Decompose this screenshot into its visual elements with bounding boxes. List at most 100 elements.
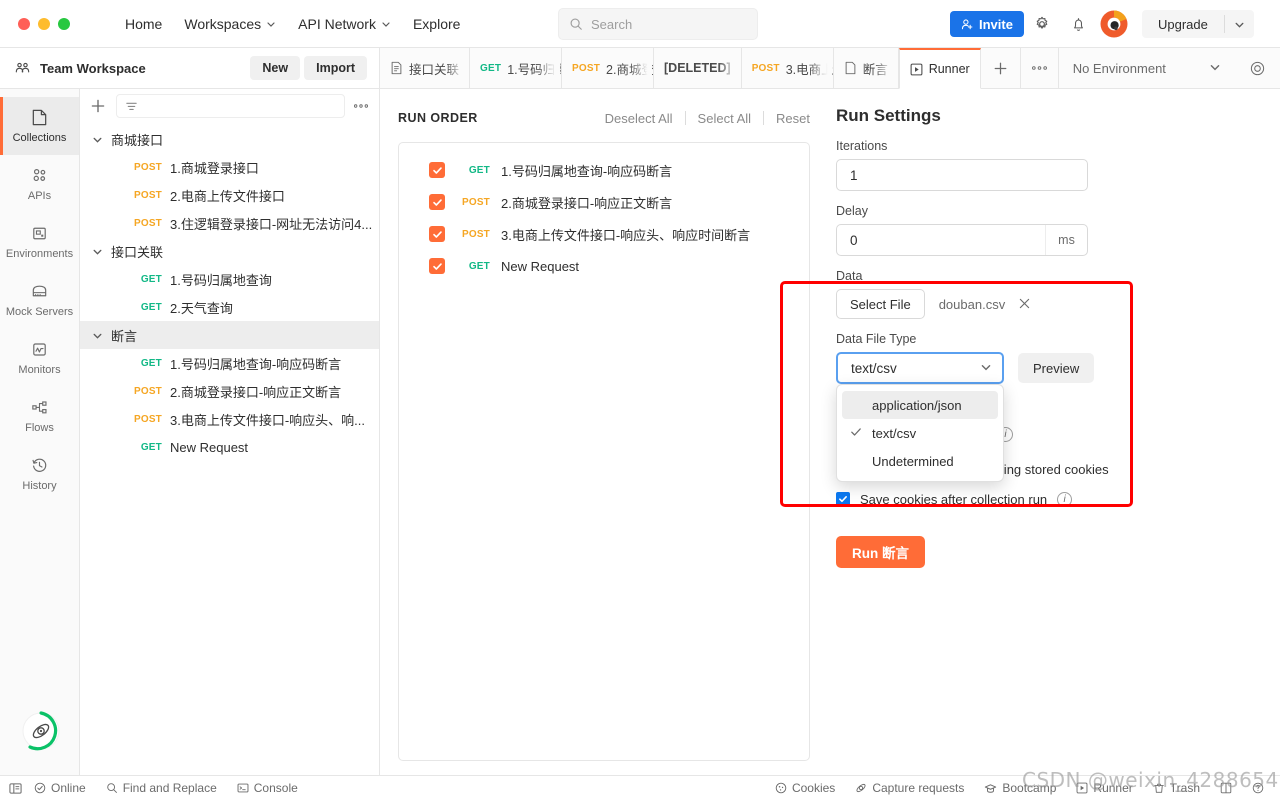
rail-item-history[interactable]: History [0, 445, 79, 503]
new-button[interactable]: New [250, 56, 301, 80]
nav-item-api-network[interactable]: API Network [287, 10, 402, 38]
run-order-row[interactable]: GET New Request [399, 250, 809, 282]
rail-item-collections[interactable]: Collections [0, 97, 79, 155]
tab-deleted[interactable]: [DELETED] [654, 48, 742, 88]
filter-icon [126, 102, 137, 110]
minimize-window-button[interactable] [38, 17, 50, 30]
sidebar-toggle-button[interactable] [0, 782, 32, 795]
rail-item-monitors[interactable]: Monitors [0, 329, 79, 387]
status-online[interactable]: Online [32, 781, 96, 795]
dropdown-option-text-csv[interactable]: text/csv [842, 419, 998, 447]
rail-item-flows[interactable]: Flows [0, 387, 79, 445]
rail-item-environments[interactable]: Environments [0, 213, 79, 271]
request-label: 3.电商上传文件接口-响应头、响... [170, 412, 366, 428]
tab-overflow-menu-button[interactable] [1021, 48, 1059, 88]
close-window-button[interactable] [18, 17, 30, 30]
delay-input[interactable]: 0 ms [836, 224, 1088, 256]
tree-request-item[interactable]: GET 1.号码归属地查询-响应码断言 [80, 349, 379, 377]
dropdown-option-application-json[interactable]: application/json [842, 391, 998, 419]
run-order-row-checkbox[interactable] [429, 258, 445, 274]
capture-requests-label: Capture requests [872, 781, 965, 795]
capture-requests-fab[interactable] [20, 710, 62, 752]
maximize-window-button[interactable] [58, 17, 70, 30]
upgrade-dropdown-button[interactable] [1225, 19, 1254, 30]
console-button[interactable]: Console [227, 781, 308, 795]
cookies-button[interactable]: Cookies [765, 781, 845, 795]
deselect-all-button[interactable]: Deselect All [593, 111, 685, 126]
sidebar-filter-input[interactable] [116, 94, 345, 118]
tree-folder-shangchengjiekou[interactable]: 商城接口 [80, 125, 379, 153]
preview-button[interactable]: Preview [1018, 353, 1095, 383]
rail-item-apis[interactable]: APIs [0, 155, 79, 213]
run-order-row[interactable]: POST 3.电商上传文件接口-响应头、响应时间断言 [399, 218, 809, 250]
rail-item-mock-servers[interactable]: Mock Servers [0, 271, 79, 329]
nav-item-workspaces[interactable]: Workspaces [173, 10, 287, 38]
import-button[interactable]: Import [304, 56, 367, 80]
bootcamp-button[interactable]: Bootcamp [974, 781, 1066, 795]
avatar[interactable] [1100, 10, 1128, 38]
find-and-replace-label: Find and Replace [122, 781, 217, 795]
add-collection-button[interactable] [88, 98, 108, 114]
find-and-replace-button[interactable]: Find and Replace [96, 781, 227, 795]
save-cookies-checkbox[interactable] [836, 492, 850, 506]
nav-item-home[interactable]: Home [114, 10, 173, 38]
tree-folder-duanyan[interactable]: 断言 [80, 321, 379, 349]
runner-button[interactable]: Runner [1066, 781, 1142, 795]
remove-file-icon[interactable] [1019, 297, 1030, 312]
run-order-row-checkbox[interactable] [429, 194, 445, 210]
invite-button[interactable]: Invite [950, 11, 1024, 37]
chevron-down-icon [382, 21, 390, 27]
sidebar-more-menu-button[interactable] [353, 100, 369, 112]
tab-duanyan[interactable]: 断言 [834, 48, 899, 88]
run-collection-button[interactable]: Run 断言 [836, 536, 925, 568]
tree-request-item[interactable]: POST 3.住逻辑登录接口-网址无法访问4... [80, 209, 379, 237]
run-order-row[interactable]: GET 1.号码归属地查询-响应码断言 [399, 154, 809, 186]
iterations-input[interactable]: 1 [836, 159, 1088, 191]
tree-request-item[interactable]: GET 2.天气查询 [80, 293, 379, 321]
dropdown-option-undetermined[interactable]: Undetermined [842, 447, 998, 475]
save-cookies-label: Save cookies after collection run [860, 491, 1048, 507]
environment-quick-look-button[interactable] [1235, 48, 1280, 88]
data-file-type-select[interactable]: text/csv [836, 352, 1004, 384]
tree-folder-label: 接口关联 [111, 244, 164, 260]
bell-icon[interactable] [1066, 12, 1090, 36]
expand-pane-button[interactable] [1210, 782, 1242, 794]
tab-shangcheng-denglu[interactable]: POST 2.商城登录接口 [562, 48, 655, 88]
run-order-header: RUN ORDER Deselect All Select All Reset [398, 107, 810, 129]
request-method: POST [133, 413, 162, 425]
tree-request-item[interactable]: GET New Request [80, 433, 379, 461]
cookie-icon [775, 782, 787, 794]
search-input[interactable]: Search [558, 8, 758, 40]
capture-requests-button[interactable]: Capture requests [845, 781, 974, 795]
tab-haoma-guishudi[interactable]: GET 1.号码归属地查询 [470, 48, 563, 88]
select-file-button[interactable]: Select File [836, 289, 925, 319]
run-settings-title: Run Settings [836, 106, 941, 125]
tree-request-item[interactable]: POST 1.商城登录接口 [80, 153, 379, 181]
help-button[interactable] [1242, 782, 1274, 794]
trash-button[interactable]: Trash [1143, 781, 1210, 795]
tab-jiekouguanlian[interactable]: 接口关联 [380, 48, 471, 88]
help-circle-icon [1252, 782, 1264, 794]
info-icon[interactable]: i [1057, 491, 1073, 507]
nav-item-explore[interactable]: Explore [402, 10, 471, 38]
tree-request-item[interactable]: POST 2.电商上传文件接口 [80, 181, 379, 209]
select-all-button[interactable]: Select All [686, 111, 763, 126]
tree-folder-jiekouguanlian[interactable]: 接口关联 [80, 237, 379, 265]
gear-icon[interactable] [1030, 12, 1054, 36]
tree-request-item[interactable]: POST 3.电商上传文件接口-响应头、响... [80, 405, 379, 433]
tree-request-item[interactable]: POST 2.商城登录接口-响应正文断言 [80, 377, 379, 405]
tree-request-item[interactable]: GET 1.号码归属地查询 [80, 265, 379, 293]
upgrade-button[interactable]: Upgrade [1142, 17, 1224, 32]
chevron-down-icon [267, 21, 275, 27]
reset-button[interactable]: Reset [764, 111, 810, 126]
save-cookies-row[interactable]: Save cookies after collection run i [836, 486, 1280, 512]
dropdown-option-label: Undetermined [872, 453, 954, 469]
run-order-row-checkbox[interactable] [429, 226, 445, 242]
run-order-row[interactable]: POST 2.商城登录接口-响应正文断言 [399, 186, 809, 218]
apis-icon [33, 169, 46, 182]
tab-dianshang-shangchuan[interactable]: POST 3.电商上传文件接口 [742, 48, 834, 88]
run-order-row-checkbox[interactable] [429, 162, 445, 178]
new-tab-button[interactable] [981, 48, 1021, 88]
tab-runner[interactable]: Runner [898, 48, 981, 89]
environment-selector[interactable]: No Environment [1059, 48, 1235, 88]
